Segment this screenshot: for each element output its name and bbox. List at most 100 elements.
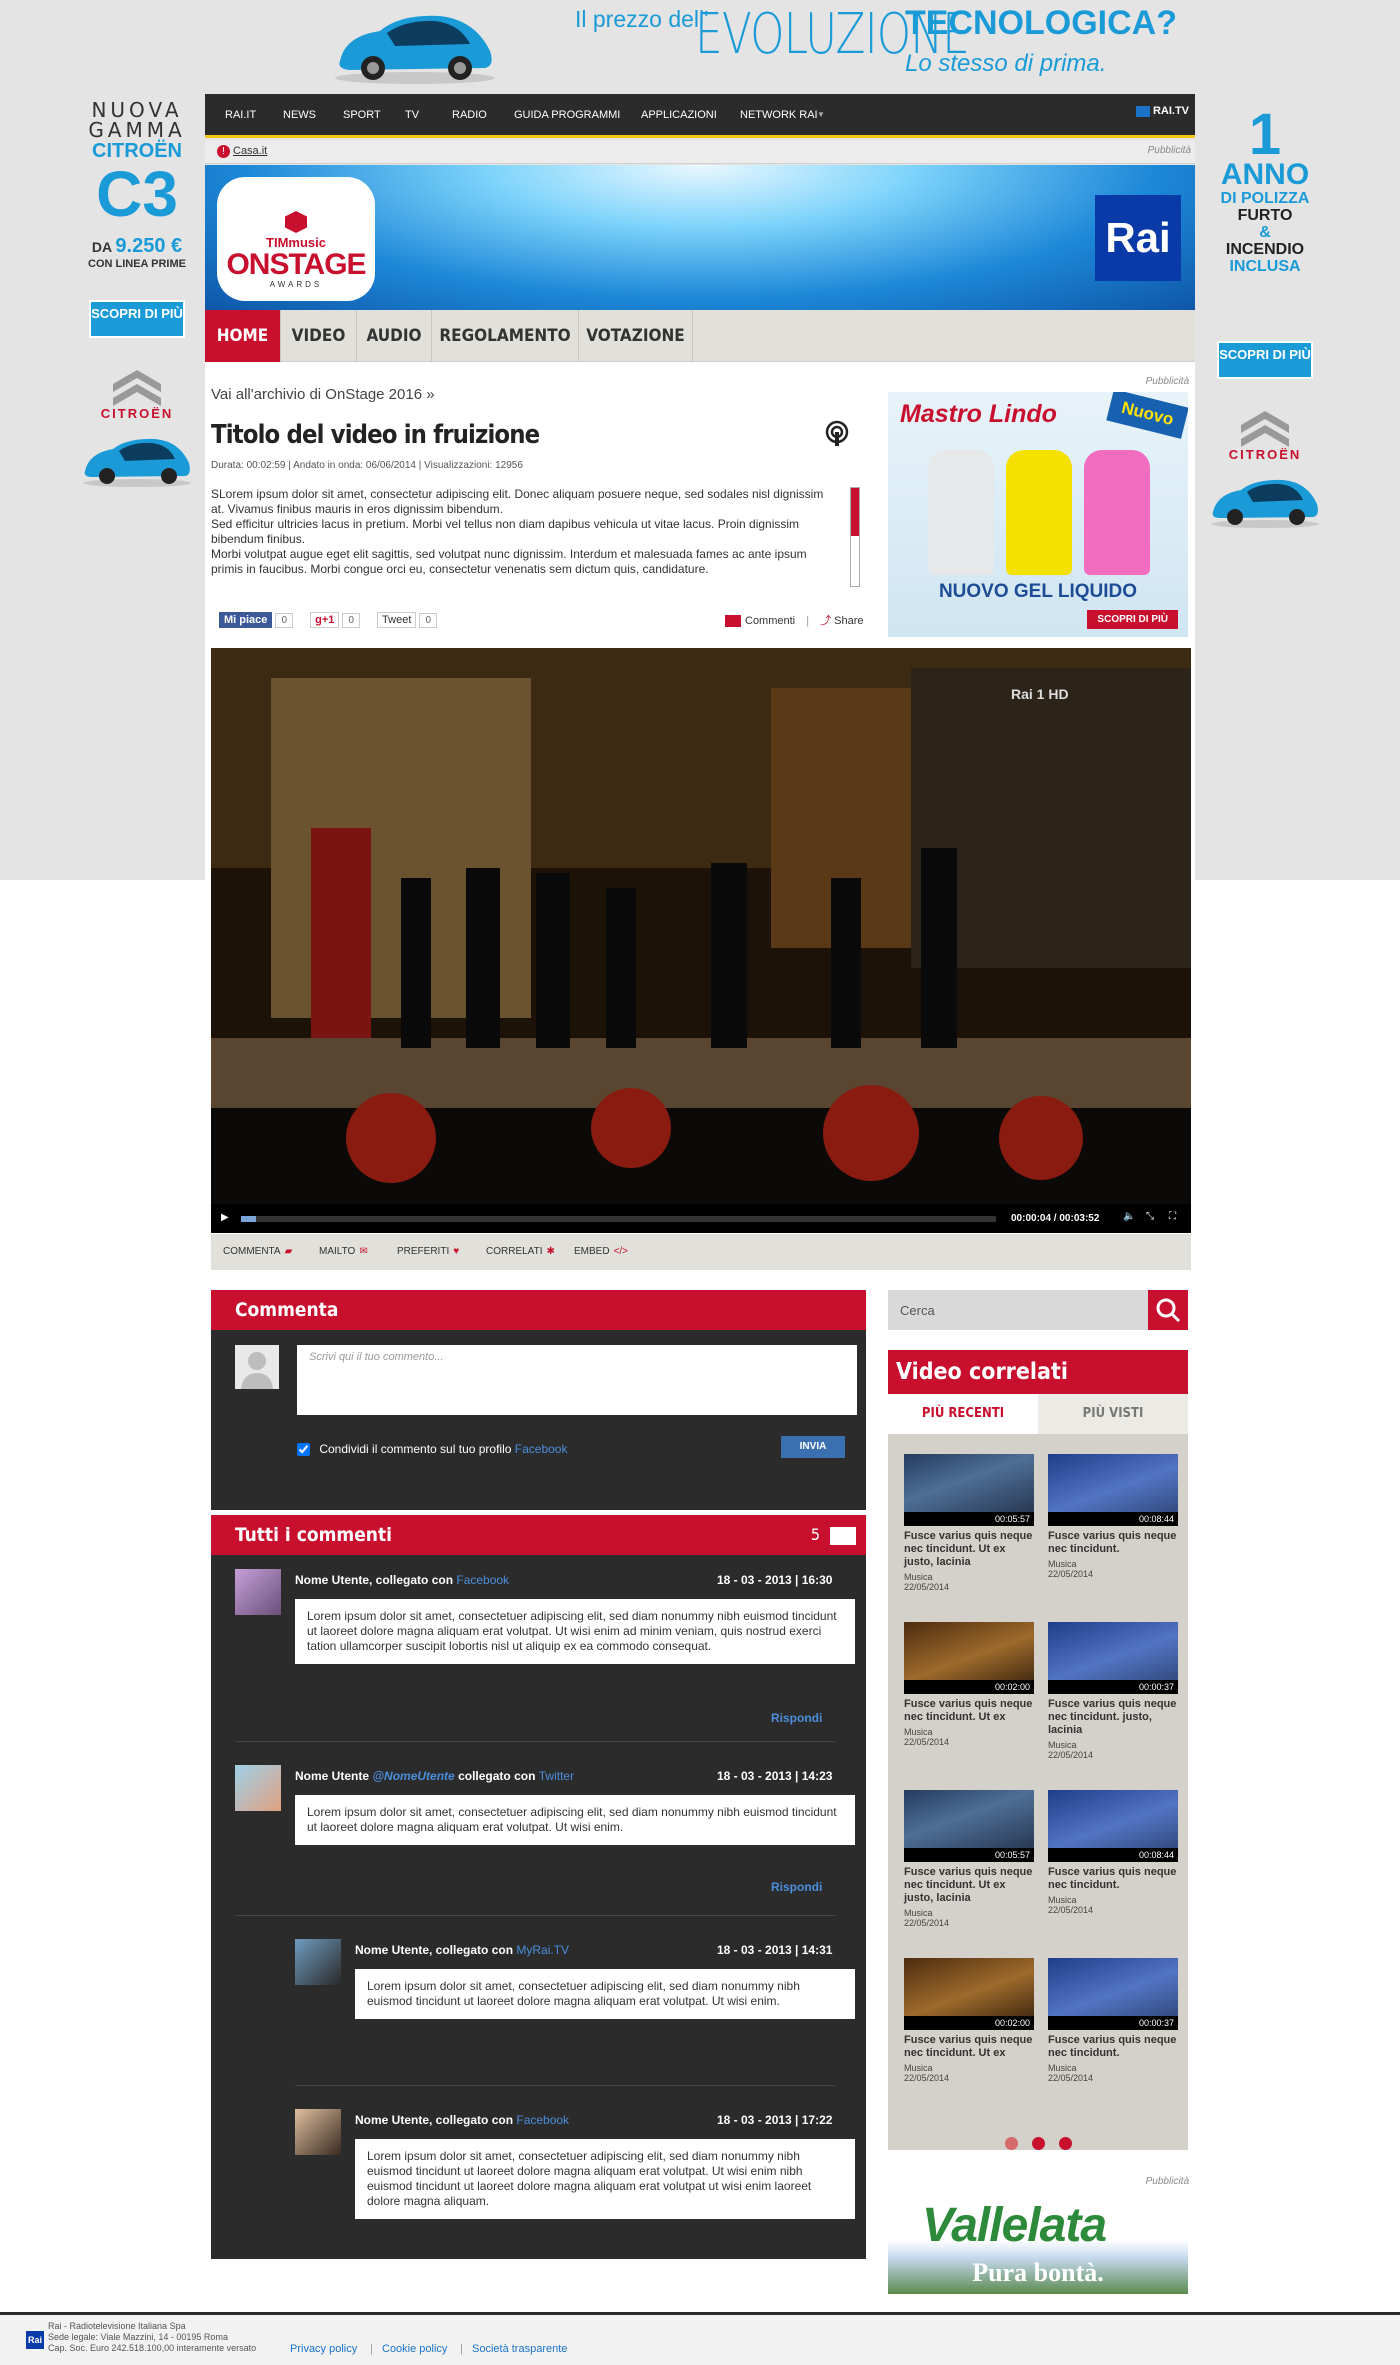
author-connected: collegato con	[454, 1769, 539, 1783]
video-category: Musica	[904, 1727, 933, 1737]
related-video-item[interactable]: 00:08:44 Fusce varius quis neque nec tinc…	[1048, 1454, 1178, 1579]
advertising-label: Pubblicità	[1145, 376, 1189, 387]
search-box[interactable]: Cerca	[888, 1290, 1188, 1330]
left-skin-ad[interactable]: NUOVA GAMMA CITROËN C3 DA 9.250 € CON LI…	[62, 100, 212, 494]
menu-item-votazione[interactable]: VOTAZIONE	[579, 310, 693, 362]
carousel-dot[interactable]	[1004, 2137, 1018, 2150]
google-plus-button[interactable]: g+1	[310, 612, 340, 628]
video-title: Fusce varius quis neque nec tincidunt.	[1048, 1866, 1177, 1891]
share-link[interactable]: Share	[834, 615, 863, 627]
comment-textarea[interactable]: Scrivi qui il tuo commento...	[297, 1345, 857, 1415]
nav-link-guida-programmi[interactable]: GUIDA PROGRAMMI	[514, 109, 620, 121]
video-title: Fusce varius quis neque nec tincidunt. U…	[904, 2034, 1033, 2059]
video-category: Musica	[904, 1572, 933, 1582]
tab-piu-recenti[interactable]: PIÙ RECENTI	[888, 1394, 1038, 1434]
author-handle[interactable]: @NomeUtente	[372, 1769, 454, 1783]
submit-comment-button[interactable]: INVIA	[781, 1436, 845, 1458]
scrollbar-thumb[interactable]	[851, 488, 859, 536]
video-date: 22/05/2014	[904, 1737, 950, 1747]
rai-logo[interactable]: Rai	[1095, 195, 1181, 281]
commenta-label: COMMENTA	[223, 1246, 281, 1257]
search-icon[interactable]	[1148, 1290, 1188, 1330]
video-actions-bar: COMMENTA ▰ MAILTO ✉ PREFERITI ♥ CORRELATI ✱ …	[211, 1234, 1191, 1270]
comments-count: 5	[811, 1515, 856, 1555]
play-icon[interactable]: ▶	[221, 1212, 229, 1223]
archive-link[interactable]: Vai all'archivio di OnStage 2016 »	[211, 386, 435, 403]
menu-item-audio[interactable]: AUDIO	[357, 310, 432, 362]
commenta-action[interactable]: COMMENTA ▰	[223, 1246, 292, 1257]
mastro-lindo-ad[interactable]: Mastro Lindo Nuovo NUOVO GEL LIQUIDO SCO…	[888, 392, 1188, 637]
author-source-link[interactable]: Facebook	[456, 1573, 509, 1587]
search-input[interactable]: Cerca	[900, 1303, 935, 1318]
menu-item-video[interactable]: VIDEO	[281, 310, 357, 362]
share-facebook-link[interactable]: Facebook	[515, 1442, 568, 1456]
volume-icon[interactable]: 🔈	[1123, 1211, 1135, 1222]
related-video-item[interactable]: 00:02:00 Fusce varius quis neque nec tinc…	[904, 1958, 1034, 2083]
related-video-item[interactable]: 00:05:57 Fusce varius quis neque nec tinc…	[904, 1790, 1034, 1928]
commenti-link[interactable]: Commenti	[745, 615, 795, 627]
nav-link-sport[interactable]: SPORT	[343, 109, 381, 121]
tweet-count: 0	[419, 612, 438, 628]
related-video-item[interactable]: 00:02:00 Fusce varius quis neque nec tinc…	[904, 1622, 1034, 1747]
scopri-button[interactable]: SCOPRI DI PIÙ	[89, 300, 185, 338]
related-video-item[interactable]: 00:00:37 Fusce varius quis neque nec tinc…	[1048, 1958, 1178, 2083]
author-source-link[interactable]: Facebook	[516, 2113, 569, 2127]
preferiti-action[interactable]: PREFERITI ♥	[397, 1246, 459, 1257]
video-thumbnail: 00:05:57	[904, 1790, 1034, 1862]
rai-footer-logo[interactable]: Rai	[26, 2331, 44, 2349]
chevron-down-icon[interactable]: ▼	[817, 110, 825, 119]
vallelata-ad[interactable]: Vallelata Pura bontà.	[888, 2174, 1188, 2294]
nav-link-news[interactable]: NEWS	[283, 109, 316, 121]
onstage-logo[interactable]: TIMmusic ONSTAGE AWARDS	[217, 177, 375, 301]
casa-link[interactable]: ! Casa.it	[217, 145, 267, 158]
reply-link[interactable]: Rispondi	[771, 1880, 822, 1894]
tweet-button[interactable]: Tweet	[377, 612, 417, 628]
cookie-policy-link[interactable]: Cookie policy	[382, 2343, 447, 2355]
raitv-link[interactable]: RAI.TV	[1135, 105, 1189, 117]
nav-link-radio[interactable]: RADIO	[452, 109, 487, 121]
separator: |	[806, 615, 810, 627]
network-navbar: RAI.IT NEWS SPORT TV RADIO GUIDA PROGRAM…	[205, 94, 1195, 138]
mailto-action[interactable]: MAILTO ✉	[319, 1246, 368, 1257]
top-advertisement[interactable]: Il prezzo dell' EVOLUZIONE TECNOLOGICA? …	[205, 0, 1195, 92]
author-source-link[interactable]: MyRai.TV	[516, 1943, 569, 1957]
description-scrollbar[interactable]	[850, 487, 860, 587]
privacy-policy-link[interactable]: Privacy policy	[290, 2343, 357, 2355]
comment-item: Nome Utente @NomeUtente collegato con Tw…	[235, 1765, 855, 1865]
share-checkbox[interactable]	[297, 1443, 310, 1457]
resize-icon[interactable]: ⤡	[1146, 1211, 1154, 1222]
citroen-logo-text: CITROËN	[1228, 447, 1302, 462]
nav-link-network-rai[interactable]: NETWORK RAI	[740, 109, 818, 121]
menu-item-home[interactable]: HOME	[205, 310, 281, 362]
correlati-action[interactable]: CORRELATI ✱	[486, 1246, 555, 1257]
facebook-like-button[interactable]: Mi piace	[219, 612, 273, 628]
nav-link-applicazioni[interactable]: APPLICAZIONI	[641, 109, 717, 121]
reply-link[interactable]: Rispondi	[771, 1711, 822, 1725]
embed-action[interactable]: EMBED </>	[574, 1246, 628, 1257]
carousel-dot[interactable]	[1058, 2137, 1072, 2150]
channel-watermark: Rai 1 HD	[1011, 686, 1069, 702]
related-videos: Video correlati PIÙ RECENTI PIÙ VISTI 00…	[888, 1350, 1188, 2150]
related-video-item[interactable]: 00:05:57 Fusce varius quis neque nec tinc…	[904, 1454, 1034, 1592]
speech-bubble-icon	[830, 1526, 856, 1545]
tab-piu-visti[interactable]: PIÙ VISTI	[1038, 1394, 1188, 1434]
menu-item-regolamento[interactable]: REGOLAMENTO	[432, 310, 579, 362]
ad-cta-button[interactable]: SCOPRI DI PIÙ	[1087, 610, 1178, 629]
podcast-icon[interactable]	[825, 420, 849, 448]
comment-share-links: Commenti | ⤴ Share	[725, 612, 864, 628]
related-video-item[interactable]: 00:00:37 Fusce varius quis neque nec tinc…	[1048, 1622, 1178, 1760]
author-source-link[interactable]: Twitter	[539, 1769, 574, 1783]
nav-link-raiit[interactable]: RAI.IT	[225, 109, 256, 121]
video-duration: 00:05:57	[904, 1512, 1034, 1526]
right-skin-ad[interactable]: 1 ANNO DI POLIZZA FURTO & INCENDIO INCLU…	[1190, 100, 1340, 535]
video-player[interactable]: Rai 1 HD ▶ 00:00:04 / 00:03:52 🔈 ⤡ ⛶	[211, 648, 1191, 1233]
related-video-item[interactable]: 00:08:44 Fusce varius quis neque nec tinc…	[1048, 1790, 1178, 1915]
seek-bar[interactable]	[241, 1216, 996, 1222]
societa-trasparente-link[interactable]: Società trasparente	[472, 2343, 567, 2355]
carousel-dot[interactable]	[1031, 2137, 1045, 2150]
video-category: Musica	[904, 2063, 933, 2073]
fullscreen-icon[interactable]: ⛶	[1169, 1211, 1176, 1222]
video-category: Musica	[1048, 1895, 1077, 1905]
scopri-button[interactable]: SCOPRI DI PIÙ	[1217, 341, 1313, 379]
nav-link-tv[interactable]: TV	[405, 109, 419, 121]
